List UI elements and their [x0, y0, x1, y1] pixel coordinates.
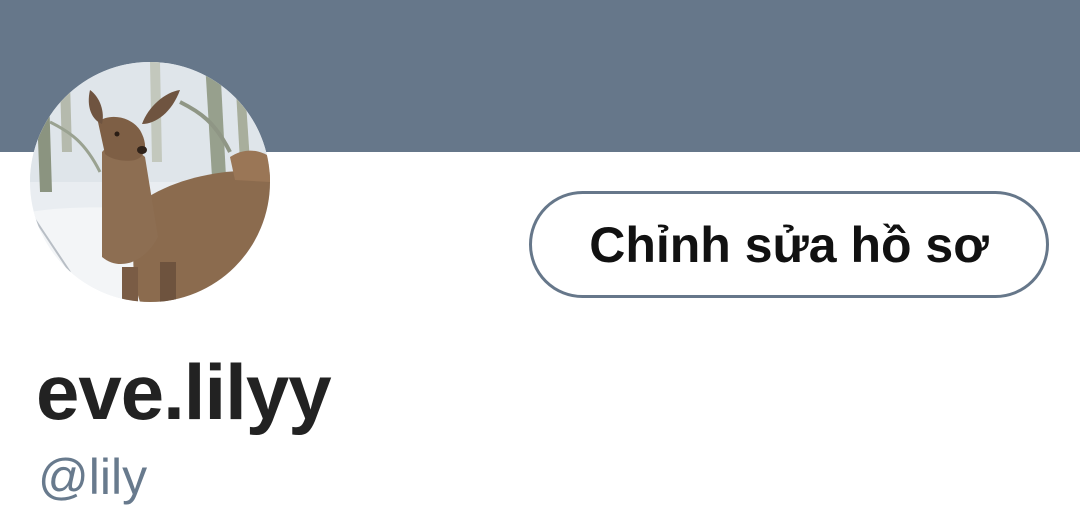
profile-handle: @lily: [38, 449, 148, 505]
profile-display-name: eve.lilyy: [36, 348, 332, 436]
deer-photo-avatar-icon: [30, 62, 270, 302]
edit-profile-button[interactable]: Chỉnh sửa hồ sơ: [529, 191, 1049, 298]
profile-avatar[interactable]: [30, 62, 270, 302]
